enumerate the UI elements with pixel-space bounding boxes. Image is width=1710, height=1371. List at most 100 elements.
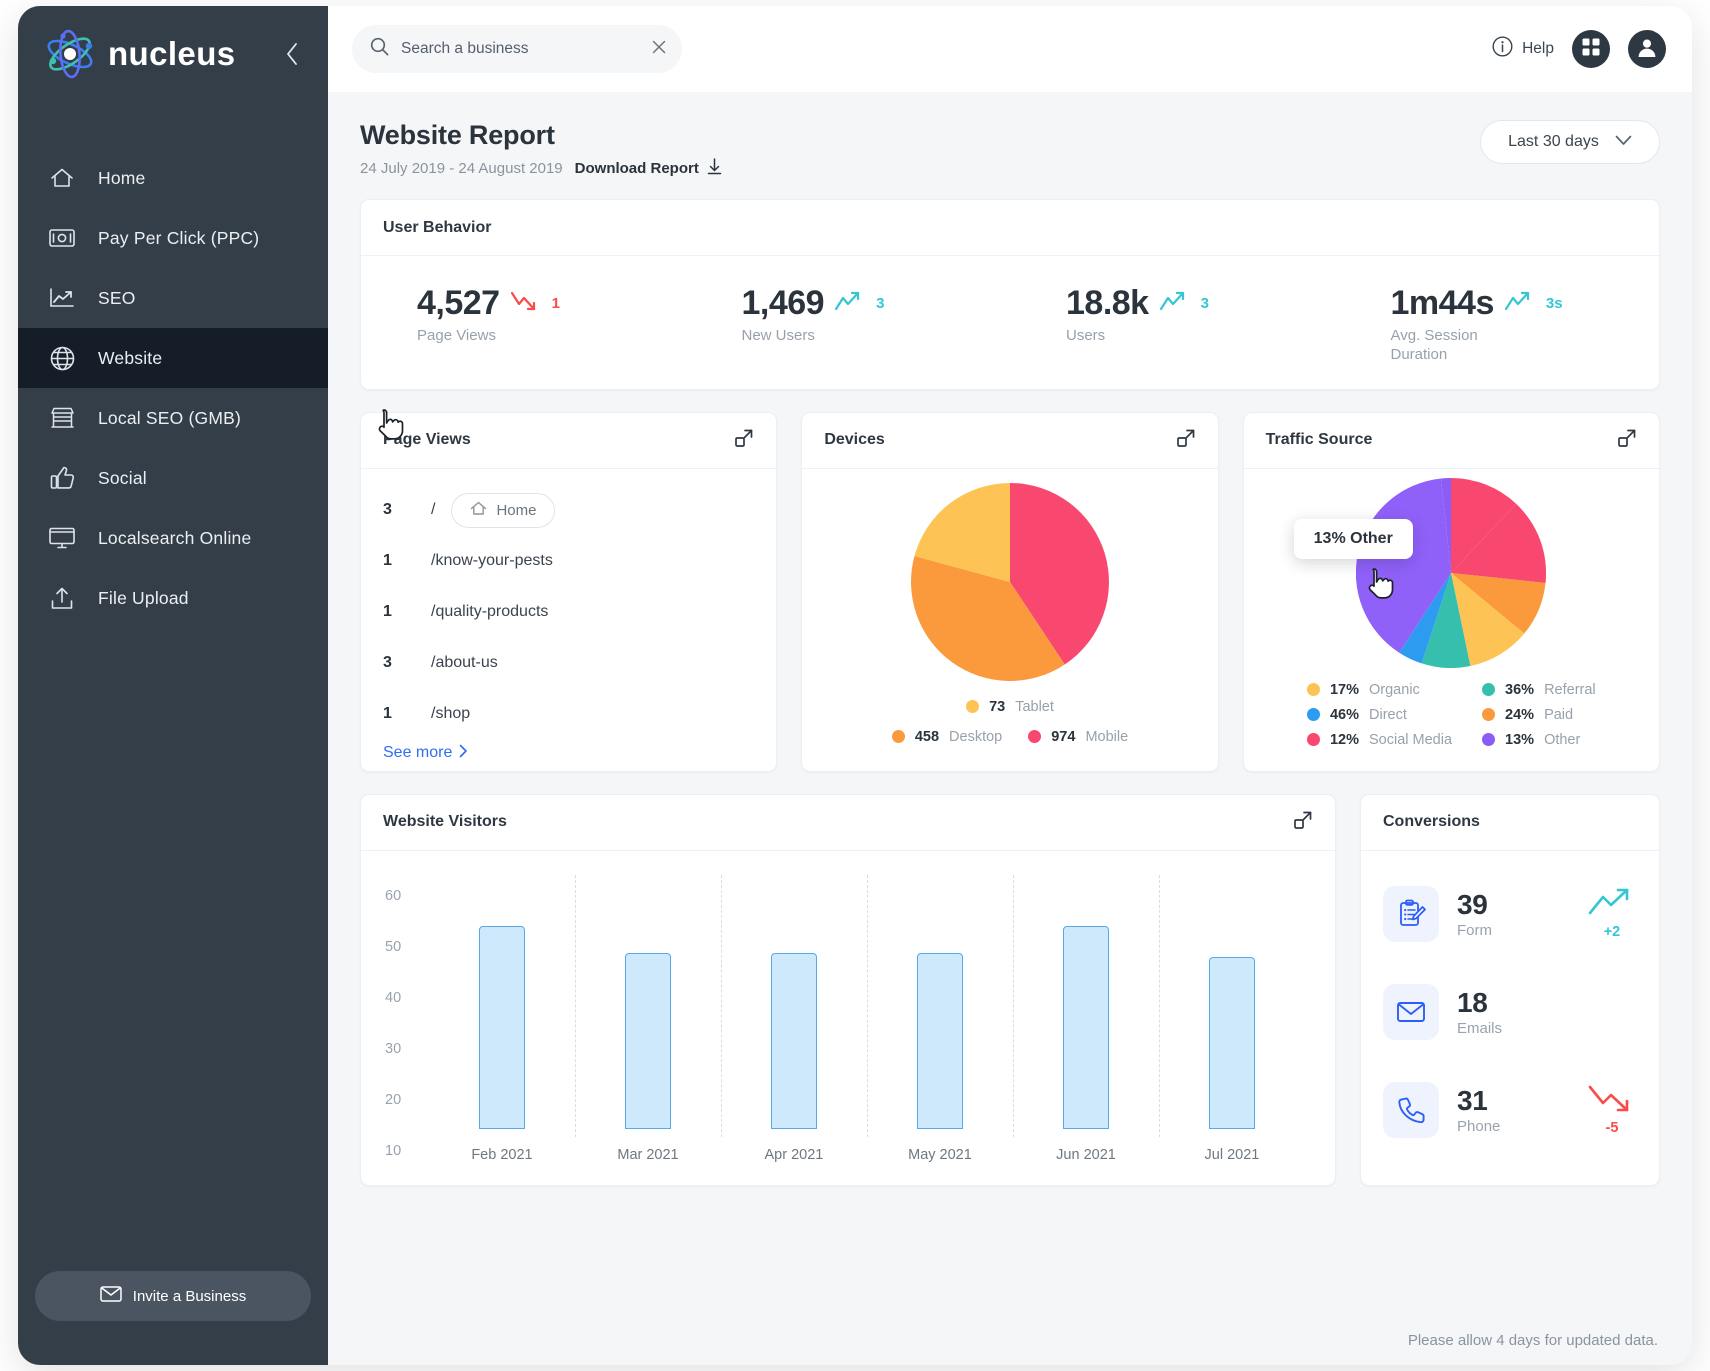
y-tick: 60 (385, 887, 402, 904)
grid-apps-icon (1581, 37, 1601, 62)
conversion-label: Form (1457, 921, 1492, 939)
monitor-icon (44, 523, 80, 553)
page-view-path: /shop (431, 705, 471, 722)
sidebar-item-seo[interactable]: SEO (18, 268, 328, 328)
list-item[interactable]: 1 /shop (383, 689, 754, 740)
sidebar-item-local-seo[interactable]: Local SEO (GMB) (18, 388, 328, 448)
conversion-value: 31 (1457, 1084, 1488, 1116)
conversion-row-emails[interactable]: 18 Emails (1361, 963, 1659, 1061)
bar[interactable] (625, 952, 671, 1129)
legend-value: 458 (914, 728, 940, 745)
trend-up-icon (1504, 290, 1536, 317)
legend-label: Social Media (1369, 731, 1453, 748)
sidebar-item-localsearch-online[interactable]: Localsearch Online (18, 508, 328, 568)
card-header: Conversions (1361, 795, 1659, 851)
y-tick: 30 (385, 1040, 402, 1057)
conversion-row-form[interactable]: 39 Form +2 (1361, 865, 1659, 963)
pie-tooltip: 13% Other (1293, 518, 1413, 559)
legend-item-tablet: 73 Tablet (966, 699, 1054, 715)
card-header: Traffic Source (1243, 413, 1659, 469)
sidebar-item-website[interactable]: Website (18, 328, 328, 388)
account-button[interactable] (1628, 30, 1666, 68)
bar[interactable] (916, 952, 963, 1129)
list-item[interactable]: 3 / Home (383, 485, 754, 536)
bar[interactable] (1063, 925, 1109, 1129)
expand-icon[interactable] (734, 428, 754, 453)
expand-icon[interactable] (1293, 810, 1313, 835)
search-box[interactable] (352, 25, 682, 73)
conversions-card: Conversions 39 Form +2 18 Emails 31 Phon… (1360, 793, 1660, 1186)
sidebar-item-ppc[interactable]: Pay Per Click (PPC) (18, 208, 328, 268)
download-report-button[interactable]: Download Report (575, 158, 722, 179)
list-item[interactable]: 1 /know-your-pests (383, 536, 754, 587)
expand-icon[interactable] (1176, 428, 1196, 453)
bar[interactable] (478, 925, 525, 1129)
stat-page-views: 4,527 1 Page Views (361, 284, 686, 365)
legend-label: Desktop (949, 728, 1003, 745)
card-title: Page Views (383, 431, 471, 448)
bar[interactable] (1208, 956, 1255, 1129)
conversion-text: 31 Phone (1457, 1085, 1500, 1135)
apps-button[interactable] (1572, 30, 1610, 68)
legend-dot (1028, 730, 1042, 743)
stat-value: 1m44s (1390, 284, 1495, 322)
traffic-source-card: Traffic Source 13% Other 17% Organic 36%… (1242, 411, 1660, 772)
invite-a-business-button[interactable]: Invite a Business (35, 1271, 311, 1321)
stat-users: 18.8k 3 Users (1010, 284, 1335, 365)
legend-value: 17% (1329, 681, 1360, 698)
conversion-text: 39 Form (1457, 889, 1492, 939)
main-area: Help Website Report (328, 6, 1692, 1365)
conversion-label: Phone (1457, 1117, 1501, 1135)
conversion-text: 18 Emails (1457, 987, 1502, 1037)
see-more-link[interactable]: See more (383, 744, 776, 763)
user-behavior-card: User Behavior 4,527 1 Page Views 1,469 3… (360, 199, 1660, 390)
sidebar-item-home[interactable]: Home (18, 148, 328, 208)
sidebar-item-label: Social (98, 467, 147, 488)
date-range-select[interactable]: Last 30 days (1480, 120, 1660, 164)
legend-label: Tablet (1015, 698, 1054, 715)
devices-pie-chart: 73 Tablet 458 Desktop 974 Mobile (802, 469, 1217, 771)
download-icon (707, 158, 722, 179)
stat-label: New Users (741, 327, 815, 344)
thumbs-up-icon (44, 463, 80, 493)
search-input[interactable] (401, 40, 640, 58)
home-icon (470, 501, 487, 520)
help-button[interactable]: Help (1492, 36, 1554, 62)
stat-value: 1,469 (741, 284, 825, 322)
legend-item-desktop: 458 Desktop (891, 728, 1003, 745)
chevron-left-icon[interactable] (278, 40, 306, 68)
brand-name: nucleus (108, 35, 236, 72)
legend-item-paid: 24% Paid (1482, 707, 1596, 723)
card-title: User Behavior (383, 218, 492, 236)
help-label: Help (1522, 40, 1554, 57)
devices-legend: 73 Tablet 458 Desktop 974 Mobile (811, 681, 1209, 761)
info-icon (1492, 36, 1513, 62)
sidebar-item-social[interactable]: Social (18, 448, 328, 508)
conversion-trend: +2 (1587, 887, 1637, 940)
invite-label: Invite a Business (132, 1287, 247, 1305)
conversion-trend: -5 (1587, 1083, 1637, 1136)
home-chip[interactable]: Home (451, 492, 556, 528)
pie-svg (1356, 477, 1547, 668)
line-chart-icon (44, 283, 80, 313)
sidebar-item-file-upload[interactable]: File Upload (18, 568, 328, 628)
page-views-card: Page Views 3 / Home 1 /know-your-pests 1… (360, 409, 778, 772)
stat-delta: 1 (551, 295, 560, 312)
legend-value: 46% (1329, 706, 1360, 723)
cards-row-secondary: Website Visitors 60 50 40 30 20 10 Feb 2… (360, 793, 1660, 1186)
list-item[interactable]: 1 /quality-products (383, 587, 754, 638)
y-tick: 50 (385, 938, 402, 955)
list-item[interactable]: 3 /about-us (383, 638, 754, 689)
legend-item-social-media: 12% Social Media (1306, 731, 1453, 748)
storefront-icon (44, 403, 80, 433)
conversion-delta: +2 (1603, 924, 1621, 940)
expand-icon[interactable] (1617, 428, 1637, 453)
close-icon[interactable] (652, 40, 666, 59)
devices-card: Devices 73 Tablet 458 Desktop 974 Mobile (801, 411, 1219, 772)
sidebar-item-label: Home (98, 167, 146, 188)
bar[interactable] (770, 952, 817, 1129)
legend-value: 36% (1505, 681, 1535, 698)
home-chip-label: Home (496, 501, 537, 519)
page-view-path: /quality-products (431, 603, 549, 620)
conversion-row-phone[interactable]: 31 Phone -5 (1361, 1061, 1659, 1159)
